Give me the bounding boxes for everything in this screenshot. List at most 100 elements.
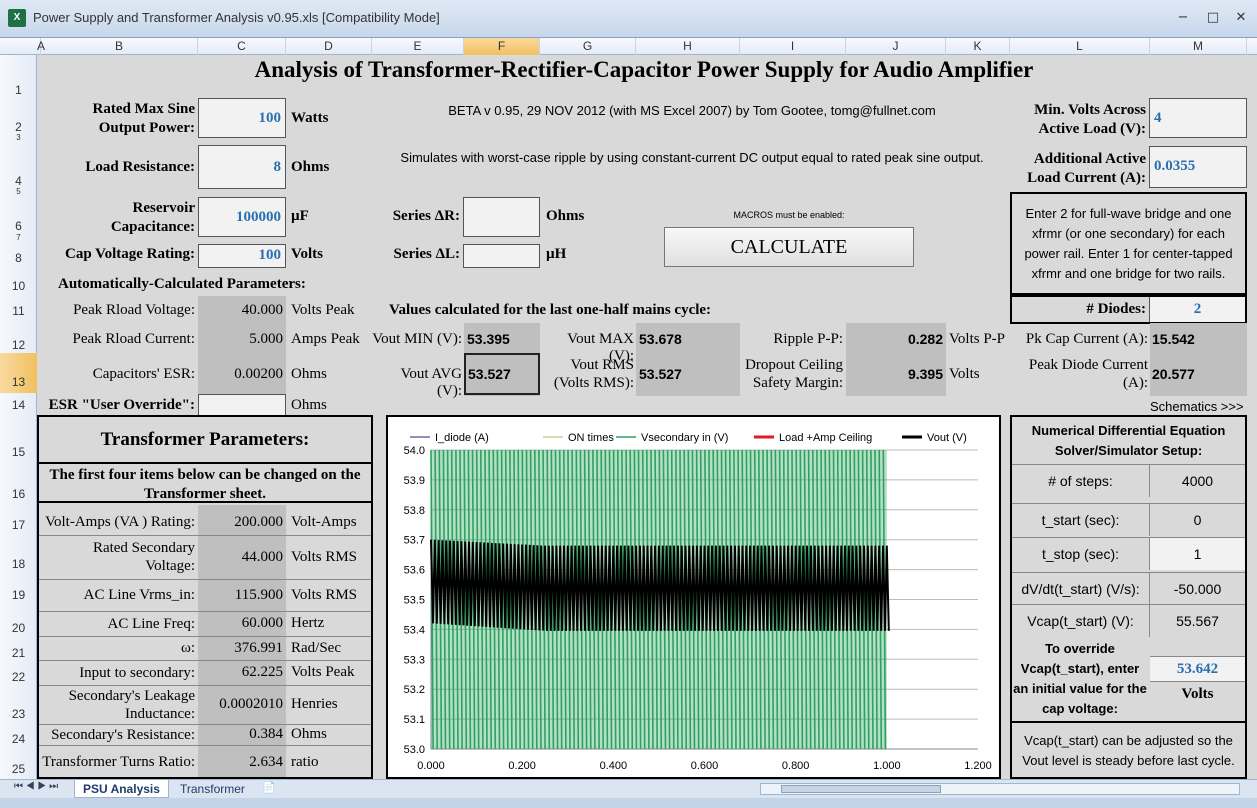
- transformer-param-value: 115.900: [234, 586, 283, 603]
- peak-rload-current-unit: Amps Peak: [291, 331, 360, 347]
- esr-override-input[interactable]: [198, 394, 286, 416]
- column-header[interactable]: I: [740, 38, 846, 55]
- x-tick-label: 0.400: [600, 760, 628, 772]
- load-resistance-input[interactable]: 8: [198, 145, 286, 189]
- column-header[interactable]: H: [636, 38, 740, 55]
- legend-label: Load +Amp Ceiling: [779, 432, 872, 444]
- column-header[interactable]: F: [464, 38, 540, 55]
- row-header[interactable]: 17: [0, 518, 37, 532]
- peak-rload-voltage-value: 40.000: [241, 302, 283, 318]
- legend-label: ON times: [568, 432, 614, 444]
- horizontal-scrollbar[interactable]: [760, 783, 1240, 795]
- minimize-icon[interactable]: −: [1172, 10, 1194, 28]
- column-header[interactable]: J: [846, 38, 946, 55]
- row-header[interactable]: 22: [0, 670, 37, 684]
- x-tick-label: 1.000: [873, 760, 901, 772]
- solver-param-value[interactable]: 1: [1149, 537, 1245, 570]
- solver-param-label: Vcap(t_start) (V):: [1012, 604, 1149, 637]
- column-header[interactable]: L: [1010, 38, 1150, 55]
- insert-sheet-icon[interactable]: 📄: [262, 781, 280, 796]
- row-header[interactable]: 20: [0, 621, 37, 635]
- row-header[interactable]: 16: [0, 487, 37, 501]
- peak-rload-voltage-label: Peak Rload Voltage:: [73, 302, 195, 318]
- column-header[interactable]: D: [286, 38, 372, 55]
- chart-container: 54.0 53.9 53.8 53.7 53.6 53.5 53.4 53.3 53.2 53.1…: [386, 415, 1001, 779]
- row-header[interactable]: 3: [0, 133, 37, 142]
- row-header[interactable]: 12: [0, 338, 37, 352]
- row-header[interactable]: 1: [0, 83, 37, 97]
- row-header[interactable]: 5: [0, 187, 37, 196]
- reservoir-capacitance-input[interactable]: 100000: [198, 197, 286, 237]
- row-header[interactable]: 24: [0, 732, 37, 746]
- transformer-param-value: 2.634: [249, 753, 283, 770]
- series-l-unit: µH: [546, 246, 567, 262]
- row-header[interactable]: 4: [0, 174, 37, 188]
- rated-power-input[interactable]: 100: [198, 98, 286, 138]
- transformer-param-label: AC Line Freq:: [107, 615, 196, 632]
- series-r-input[interactable]: [463, 197, 540, 237]
- column-header[interactable]: K: [946, 38, 1010, 55]
- transformer-param-unit: Rad/Sec: [291, 639, 341, 656]
- override-label: To override Vcap(t_start), enter an init…: [1013, 641, 1147, 716]
- diodes-input[interactable]: 2: [1149, 297, 1245, 322]
- solver-param-value: 55.567: [1149, 604, 1245, 637]
- column-header[interactable]: B: [41, 38, 198, 55]
- min-volts-input[interactable]: 4: [1149, 98, 1247, 138]
- cap-voltage-input[interactable]: 100: [198, 244, 286, 268]
- vout-avg-value[interactable]: 53.527: [464, 353, 540, 395]
- series-l-input[interactable]: [463, 244, 540, 268]
- row-header[interactable]: 7: [0, 233, 37, 242]
- transformer-heading: Transformer Parameters:: [100, 429, 310, 450]
- vout-avg-label: Vout AVG (V):: [400, 366, 462, 399]
- vcap-override-input[interactable]: 53.642: [1150, 656, 1245, 682]
- tab-transformer[interactable]: Transformer: [172, 780, 253, 798]
- solver-param-value: 4000: [1149, 464, 1245, 497]
- auto-params-heading: Automatically-Calculated Parameters:: [58, 276, 306, 292]
- row-header[interactable]: 14: [0, 398, 37, 412]
- row-header[interactable]: 10: [0, 279, 37, 293]
- sheet-heading: Analysis of Transformer-Rectifier-Capaci…: [254, 57, 1034, 82]
- row-header[interactable]: 25: [0, 762, 37, 776]
- transformer-param-unit: Volts Peak: [291, 664, 355, 680]
- row-header[interactable]: 18: [0, 557, 37, 571]
- solver-param-value: -50.000: [1149, 572, 1245, 605]
- column-header[interactable]: G: [540, 38, 636, 55]
- solver-param-value: 0: [1149, 503, 1245, 536]
- row-header[interactable]: 2: [0, 120, 37, 134]
- row-header[interactable]: 6: [0, 219, 37, 233]
- transformer-param-unit: Hertz: [291, 615, 325, 631]
- column-header[interactable]: C: [198, 38, 286, 55]
- row-header[interactable]: 15: [0, 445, 37, 459]
- y-tick-label: 53.9: [404, 475, 425, 487]
- cap-voltage-unit: Volts: [291, 246, 323, 262]
- column-header[interactable]: E: [372, 38, 464, 55]
- column-header[interactable]: M: [1150, 38, 1247, 55]
- simulation-note: Simulates with worst-case ripple by usin…: [400, 150, 984, 165]
- close-icon[interactable]: ✕: [1230, 10, 1252, 28]
- transformer-param-label: Input to secondary:: [79, 664, 195, 681]
- excel-icon[interactable]: X: [8, 9, 26, 27]
- status-bar: [0, 798, 1257, 808]
- peak-rload-current-label: Peak Rload Current:: [72, 331, 195, 347]
- tab-psu-analysis[interactable]: PSU Analysis: [74, 780, 169, 798]
- row-header[interactable]: 21: [0, 646, 37, 660]
- row-header[interactable]: 19: [0, 588, 37, 602]
- vout-rms-value: 53.527: [639, 366, 682, 382]
- calculate-button[interactable]: CALCULATE: [664, 227, 914, 267]
- transformer-param-value: 200.000: [234, 513, 283, 530]
- scrollbar-thumb[interactable]: [781, 785, 941, 793]
- reservoir-capacitance-unit: µF: [291, 208, 309, 224]
- load-resistance-unit: Ohms: [291, 159, 330, 175]
- solver-param-label: # of steps:: [1012, 464, 1149, 497]
- tab-scroll-icon[interactable]: ⏮ ◀ ▶ ⏭: [14, 781, 58, 792]
- maximize-icon[interactable]: □: [1202, 10, 1224, 28]
- row-header[interactable]: 23: [0, 707, 37, 721]
- x-tick-label: 1.200: [964, 760, 992, 772]
- dropout-margin-unit: Volts: [949, 366, 980, 382]
- schematics-link[interactable]: Schematics >>>: [1150, 399, 1244, 414]
- row-header[interactable]: 13: [0, 353, 37, 393]
- row-header[interactable]: 11: [0, 304, 37, 318]
- capacitors-esr-value: 0.00200: [234, 366, 283, 382]
- additional-current-input[interactable]: 0.0355: [1149, 146, 1247, 188]
- row-header[interactable]: 8: [0, 251, 37, 265]
